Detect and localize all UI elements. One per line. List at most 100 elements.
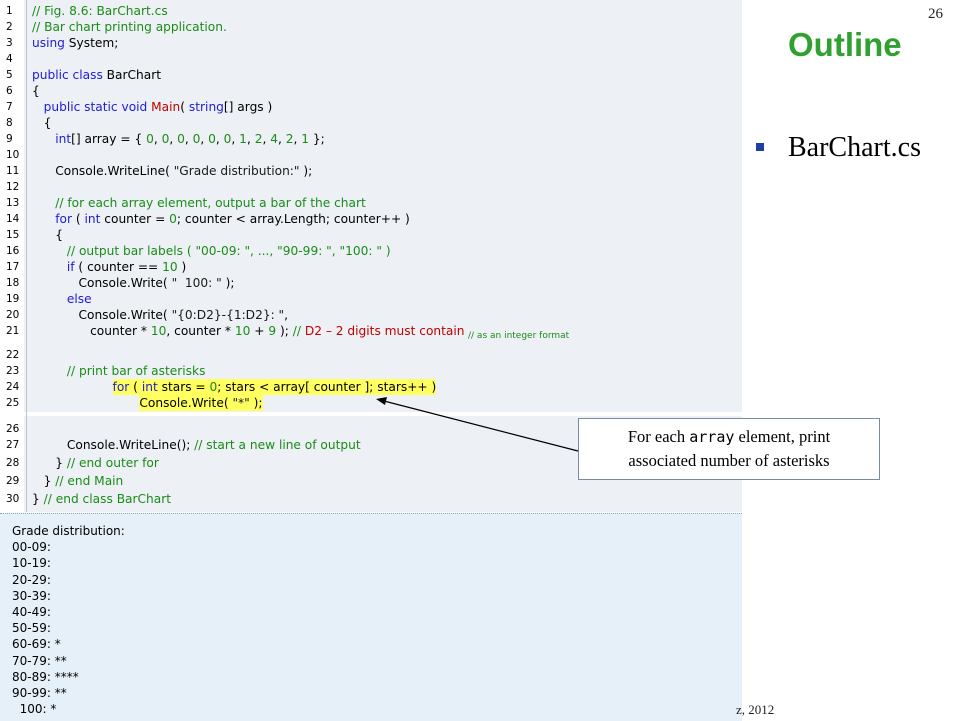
line-number: 13 [6,197,20,209]
line-number: 5 [6,69,13,81]
output-line: 20-29: [12,572,51,587]
code-token: // end class BarChart [43,492,172,506]
code-token: 4 [270,132,278,146]
code-token: ( [180,100,189,114]
line-number: 25 [6,397,20,409]
line-number: 1 [6,5,13,17]
code-token: 10 [150,324,167,338]
line-number: 22 [6,349,20,361]
code-token: // [292,324,305,338]
code-text: // print bar of asterisks [32,363,206,379]
code-text: // output bar labels ( "00-09: ", ..., "… [32,243,391,259]
code-token: // Fig. 8.6: BarChart.cs [32,4,168,18]
code-text: { [32,227,63,243]
line-number: 24 [6,381,20,393]
console-output-panel: Grade distribution: 00-09: 10-19: 20-29: 30-… [0,513,742,721]
line-number: 9 [6,133,13,145]
code-text: for ( int stars = 0; stars < array[ coun… [112,379,437,395]
code-token: ; counter < array.Length; counter++ ) [176,212,410,226]
code-token: } [32,474,56,488]
output-line: 90-99: ** [12,686,67,700]
code-text: counter * 10, counter * 10 + 9 ); // D2 … [32,323,465,339]
code-token: 10 [234,324,251,338]
code-token: , [200,132,209,146]
line-number: 11 [6,165,20,177]
code-token: { [32,84,40,98]
code-text: Console.Write( "{0:D2}-{1:D2}: ", [32,307,288,323]
code-token: 10 [162,260,178,274]
code-token: , [231,132,240,146]
line-number: 14 [6,213,20,225]
output-line: 00-09: [12,540,51,555]
line-number: 3 [6,37,13,49]
code-token: "*" [232,396,250,410]
code-token: // end outer for [66,456,159,470]
copyright-text: z, 2012 [736,702,775,717]
code-text: Console.WriteLine( "Grade distribution:"… [32,163,312,179]
line-number: 16 [6,245,20,257]
code-token: "Grade distribution:" [173,164,300,178]
code-token: ( [129,380,142,394]
code-token: D2 – 2 digits must contain [304,324,465,338]
output-line: 10-19: [12,556,51,571]
code-token: // end Main [55,474,124,488]
code-token: BarChart [102,68,162,82]
code-token: , [284,308,289,322]
code-token: " 100: " [171,276,222,290]
code-token: { [32,228,63,242]
line-number: 2 [6,21,13,33]
code-token: if [66,260,75,274]
code-token: { [32,116,52,130]
code-token: else [66,292,92,306]
code-token: ; stars < array[ counter ]; stars++ ) [217,380,437,394]
line-number: 20 [6,309,20,321]
code-text: else [32,291,92,307]
code-text: for ( int counter = 0; counter < array.L… [32,211,410,227]
output-line: 100: * [12,702,57,717]
bullet-label: BarChart.cs [788,132,921,163]
code-text: Console.Write( "*" ); [139,395,263,411]
code-text: using System; [32,35,118,51]
code-text: int[] array = { 0, 0, 0, 0, 0, 0, 1, 2, … [32,131,325,147]
code-token: public static void [43,100,148,114]
output-line: 50-59: [12,621,51,636]
code-token: counter * [32,324,151,338]
code-token: ); [276,324,293,338]
code-token: }; [309,132,325,146]
code-text: } // end outer for [32,455,159,471]
output-line: Grade distribution: [12,524,125,538]
line-number: 28 [6,457,20,469]
square-bullet-icon [756,143,764,151]
line-number: 8 [6,117,13,129]
code-token: , [277,132,286,146]
code-token: Console.Write( [32,308,172,322]
code-token: , [184,132,193,146]
code-token: int [84,212,101,226]
outline-title: Outline [788,26,902,63]
slide-number: 26 [928,6,943,22]
line-number: 18 [6,277,20,289]
code-note-integer-format: // as an integer format [468,331,570,341]
code-token: ); [299,164,313,178]
code-token: [] args ) [223,100,273,114]
code-text: public class BarChart [32,67,161,83]
code-token: , [246,132,255,146]
line-number: 27 [6,439,20,451]
code-token: 1 [301,132,309,146]
callout-box: For each array element, print associated… [578,418,880,480]
code-token: [] array = { [71,132,147,146]
code-text: Console.Write( " 100: " ); [32,275,234,291]
code-token: } [32,492,44,506]
code-token: System; [64,36,119,50]
code-token: // output bar labels ( "00-09: ", ..., "… [66,244,391,258]
line-number: 7 [6,101,13,113]
code-token: // Bar chart printing application. [32,20,227,34]
